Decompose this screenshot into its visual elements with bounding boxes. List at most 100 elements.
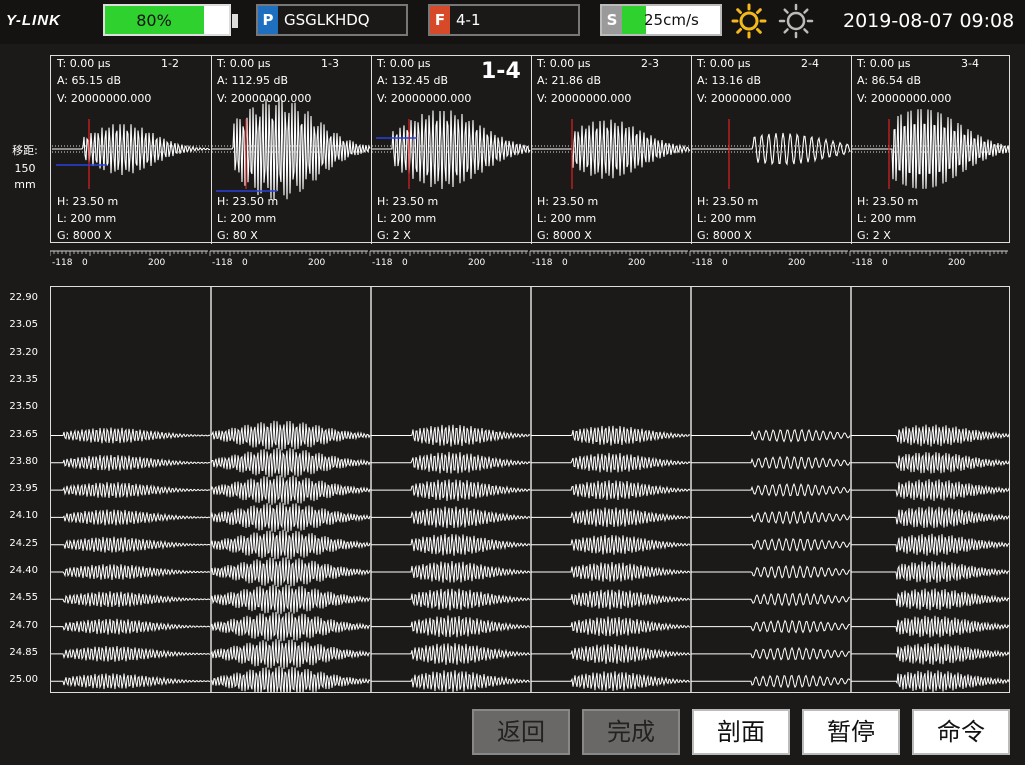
axis-tick-label: 200 xyxy=(468,258,485,268)
finish-button[interactable]: 完成 xyxy=(582,709,680,755)
depth-label: 24.55 xyxy=(9,592,38,604)
axis-tick-label: -118 xyxy=(52,258,73,268)
waterfall-trace xyxy=(851,452,1009,474)
waterfall-trace xyxy=(531,480,691,501)
waterfall-trace xyxy=(51,482,211,498)
axis-tick-label: 0 xyxy=(562,258,568,268)
channel-a-label: A: 132.45 dB xyxy=(377,74,449,87)
waterfall-trace xyxy=(531,452,691,473)
file-field[interactable]: F 4-1 xyxy=(428,4,580,36)
waterfall-panel[interactable] xyxy=(50,286,1010,693)
channel-h-label: H: 23.50 m xyxy=(377,195,439,208)
waterfall-trace xyxy=(851,615,1009,638)
file-value: 4-1 xyxy=(456,11,481,29)
channel-column-1-3[interactable]: T: 0.00 μs A: 112.95 dB V: 20000000.000 1-3… xyxy=(211,56,371,244)
waterfall-trace xyxy=(531,425,691,446)
channel-v-label: V: 20000000.000 xyxy=(857,92,952,105)
channel-t-label: T: 0.00 μs xyxy=(697,57,751,70)
channel-g-label: G: 80 X xyxy=(217,229,258,242)
depth-label: 24.10 xyxy=(9,510,38,522)
back-button[interactable]: 返回 xyxy=(472,709,570,755)
waterfall-trace xyxy=(851,424,1009,447)
waterfall-trace xyxy=(371,533,531,556)
trace-panel[interactable]: T: 0.00 μs A: 65.15 dB V: 20000000.000 1-2 H… xyxy=(50,55,1011,244)
depth-axis: 22.90 23.05 23.20 23.35 23.50 23.65 23.80 23.95… xyxy=(0,286,46,693)
waterfall-trace xyxy=(851,506,1009,529)
sun-bright-icon[interactable] xyxy=(731,3,767,39)
depth-label: 23.05 xyxy=(9,319,38,331)
speed-level-fill xyxy=(622,6,646,34)
depth-label: 23.65 xyxy=(9,428,38,440)
depth-label: 24.25 xyxy=(9,537,38,549)
channel-g-label: G: 8000 X xyxy=(537,229,592,242)
channel-divider xyxy=(851,56,852,244)
channel-h-label: H: 23.50 m xyxy=(697,195,759,208)
axis-tick-label: 200 xyxy=(788,258,805,268)
time-axis: -118 0 200 -118 0 200 -118 0 200 -118 0 200 -118 0 200… xyxy=(50,250,1008,268)
waterfall-trace xyxy=(371,588,531,611)
channel-g-label: G: 2 X xyxy=(377,229,411,242)
waterfall-trace xyxy=(51,645,211,662)
waterfall-trace xyxy=(851,561,1009,583)
depth-label: 25.00 xyxy=(9,674,38,686)
channel-a-label: A: 112.95 dB xyxy=(217,74,289,87)
channel-column-2-3[interactable]: T: 0.00 μs A: 21.86 dB V: 20000000.000 2-3 H… xyxy=(531,56,691,244)
depth-label: 23.50 xyxy=(9,401,38,413)
sun-dim-icon[interactable] xyxy=(778,3,814,39)
channel-column-1-4[interactable]: T: 0.00 μs A: 132.45 dB V: 20000000.000 1-4… xyxy=(371,56,531,244)
project-field[interactable]: P GSGLKHDQ xyxy=(256,4,408,36)
channel-divider xyxy=(211,56,212,244)
channel-a-label: A: 86.54 dB xyxy=(857,74,922,87)
project-tag: P xyxy=(258,6,278,34)
waterfall-trace xyxy=(210,666,371,692)
channel-column-3-4[interactable]: T: 0.00 μs A: 86.54 dB V: 20000000.000 3-4 H… xyxy=(851,56,1011,244)
depth-label: 24.40 xyxy=(9,565,38,576)
channel-l-label: L: 200 mm xyxy=(217,212,277,225)
pause-button[interactable]: 暂停 xyxy=(802,709,900,755)
depth-label: 22.90 xyxy=(9,292,38,303)
axis-tick-label: -118 xyxy=(692,258,713,268)
waterfall-trace xyxy=(51,564,211,581)
waterfall-trace xyxy=(51,509,211,526)
battery-indicator: 80% xyxy=(103,4,238,36)
channel-t-label: T: 0.00 μs xyxy=(217,57,271,70)
speed-field[interactable]: S 25cm/s xyxy=(600,4,722,36)
offset-unit: mm xyxy=(14,178,36,191)
channel-column-1-2[interactable]: T: 0.00 μs A: 65.15 dB V: 20000000.000 1-2 H… xyxy=(51,56,211,244)
waterfall-trace xyxy=(851,643,1009,665)
channel-divider xyxy=(531,56,532,244)
waterfall-trace xyxy=(691,510,851,525)
axis-tick-label: 0 xyxy=(242,258,248,268)
axis-tick-label: 200 xyxy=(628,258,645,268)
profile-button[interactable]: 剖面 xyxy=(692,709,790,755)
channel-v-label: V: 20000000.000 xyxy=(697,92,792,105)
datetime: 2019-08-07 09:08 xyxy=(843,10,1015,32)
waterfall-trace xyxy=(531,589,691,610)
file-tag: F xyxy=(430,6,450,34)
waterfall-trace xyxy=(51,454,211,471)
axis-tick-label: 200 xyxy=(948,258,965,268)
waterfall-trace xyxy=(531,671,691,692)
waterfall-trace xyxy=(210,529,371,560)
depth-label: 23.20 xyxy=(9,346,38,358)
channel-t-label: T: 0.00 μs xyxy=(57,57,111,70)
channel-a-label: A: 13.16 dB xyxy=(697,74,762,87)
channel-id: 1-2 xyxy=(161,57,179,70)
depth-label: 24.70 xyxy=(9,619,38,631)
axis-tick-label: 0 xyxy=(402,258,408,268)
waterfall-trace xyxy=(691,674,851,689)
waterfall-trace xyxy=(691,537,851,552)
battery-cap xyxy=(232,14,238,28)
axis-tick-label: 0 xyxy=(722,258,728,268)
channel-h-label: H: 23.50 m xyxy=(857,195,919,208)
channel-g-label: G: 8000 X xyxy=(697,229,752,242)
axis-tick-label: -118 xyxy=(372,258,393,268)
channel-id: 2-3 xyxy=(641,57,659,70)
waterfall-trace xyxy=(371,615,531,638)
command-button[interactable]: 命令 xyxy=(912,709,1010,755)
channel-h-label: H: 23.50 m xyxy=(537,195,599,208)
axis-tick-label: 0 xyxy=(82,258,88,268)
channel-a-label: A: 21.86 dB xyxy=(537,74,602,87)
channel-column-2-4[interactable]: T: 0.00 μs A: 13.16 dB V: 20000000.000 2-4 H… xyxy=(691,56,851,244)
waterfall-trace xyxy=(531,616,691,637)
